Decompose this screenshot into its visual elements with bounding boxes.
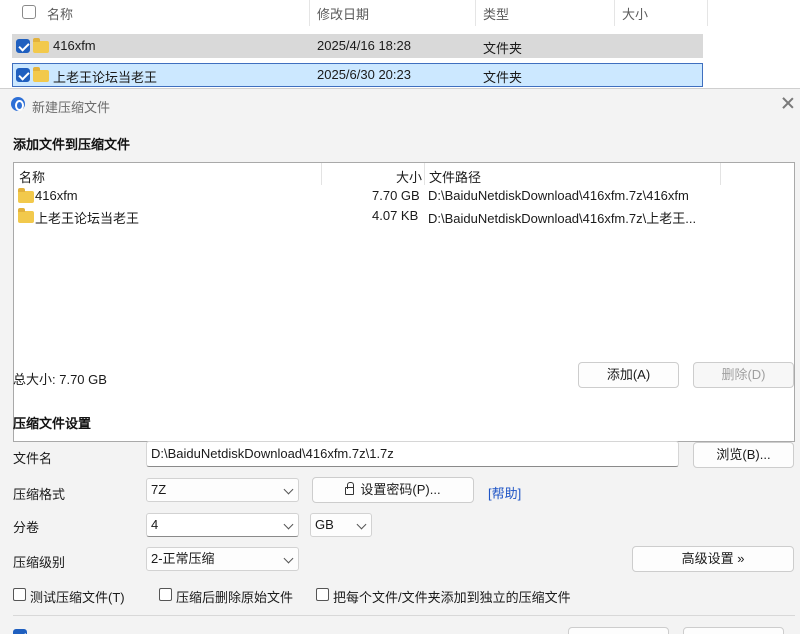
file-name: 416xfm [35, 188, 78, 203]
file-list[interactable]: 名称 大小 文件路径 416xfm 7.70 GB D:\BaiduNetdis… [13, 162, 795, 442]
row-type: 文件夹 [483, 70, 523, 85]
row-name: 416xfm [53, 38, 96, 53]
chevron-down-icon [283, 553, 294, 564]
column-separator [707, 0, 708, 26]
app-icon [11, 97, 25, 111]
folder-icon [18, 208, 34, 223]
select-all-checkbox[interactable] [22, 5, 36, 19]
row-checkbox[interactable] [16, 39, 30, 53]
file-list-header: 名称 大小 文件路径 [14, 163, 794, 185]
file-explorer: 名称 修改日期 类型 大小 416xfm 2025/4/16 18:28 文件夹… [0, 0, 800, 100]
dialog-titlebar[interactable]: 新建压缩文件 [0, 89, 800, 119]
set-password-label: 设置密码(P)... [360, 482, 441, 497]
compression-level-select[interactable]: 2-正常压缩 [146, 547, 299, 571]
header-name[interactable]: 名称 [19, 167, 45, 186]
separate-archives-label: 把每个文件/文件夹添加到独立的压缩文件 [333, 590, 571, 605]
split-unit-select[interactable]: GB [310, 513, 372, 537]
row-modified: 2025/4/16 18:28 [317, 38, 411, 53]
lock-icon [345, 482, 355, 495]
split-label: 分卷 [13, 520, 40, 535]
delete-after-label: 压缩后删除原始文件 [176, 590, 294, 605]
close-icon[interactable] [781, 96, 795, 110]
archive-settings-title: 压缩文件设置 [13, 416, 92, 431]
help-link[interactable]: [帮助] [488, 483, 521, 502]
folder-icon [33, 38, 49, 53]
filename-label: 文件名 [13, 451, 53, 466]
column-modified[interactable]: 修改日期 [317, 4, 369, 23]
column-separator [321, 163, 322, 185]
folder-icon [33, 67, 49, 82]
row-name: 上老王论坛当老王 [53, 70, 158, 85]
add-button[interactable]: 添加(A) [578, 362, 679, 388]
footer-button-1[interactable] [568, 627, 669, 634]
advanced-settings-button[interactable]: 高级设置 » [632, 546, 794, 572]
total-size: 总大小: 7.70 GB [13, 372, 107, 387]
split-value: 4 [151, 517, 159, 532]
explorer-header: 名称 修改日期 类型 大小 [0, 0, 710, 26]
level-label: 压缩级别 [13, 555, 66, 570]
file-name: 上老王论坛当老王 [35, 211, 140, 226]
file-path: D:\BaiduNetdiskDownload\416xfm.7z\上老王... [428, 211, 697, 226]
column-name[interactable]: 名称 [47, 4, 73, 23]
bottom-checkbox[interactable] [13, 629, 27, 634]
test-archive-checkbox[interactable] [13, 588, 26, 601]
format-value: 7Z [151, 482, 167, 497]
split-unit-value: GB [315, 517, 334, 532]
file-size: 4.07 KB [372, 208, 419, 223]
file-list-row[interactable]: 416xfm 7.70 GB D:\BaiduNetdiskDownload\4… [14, 185, 794, 205]
chevron-down-icon [283, 519, 294, 530]
column-separator [475, 0, 476, 26]
footer-button-2[interactable] [683, 627, 784, 634]
column-type[interactable]: 类型 [483, 4, 509, 23]
column-separator [720, 163, 721, 185]
test-archive-label: 测试压缩文件(T) [30, 590, 125, 605]
split-volume-select[interactable]: 4 [146, 513, 299, 537]
set-password-button[interactable]: 设置密码(P)... [312, 477, 474, 503]
level-value: 2-正常压缩 [151, 551, 215, 566]
column-separator [614, 0, 615, 26]
header-path[interactable]: 文件路径 [429, 167, 481, 186]
delete-after-checkbox[interactable] [159, 588, 172, 601]
column-separator [309, 0, 310, 26]
dialog-title: 新建压缩文件 [32, 100, 111, 115]
file-size: 7.70 GB [372, 188, 420, 203]
chevron-down-icon [283, 484, 294, 495]
explorer-row[interactable]: 上老王论坛当老王 2025/6/30 20:23 文件夹 [12, 63, 703, 87]
delete-button[interactable]: 删除(D) [693, 362, 794, 388]
explorer-row[interactable]: 416xfm 2025/4/16 18:28 文件夹 [12, 34, 703, 58]
chevron-down-icon [356, 519, 367, 530]
divider [13, 615, 795, 616]
column-size[interactable]: 大小 [622, 4, 648, 23]
row-modified: 2025/6/30 20:23 [317, 67, 411, 82]
new-archive-dialog: 新建压缩文件 添加文件到压缩文件 名称 大小 文件路径 416xfm 7.70 … [0, 88, 800, 634]
header-size[interactable]: 大小 [396, 167, 422, 186]
folder-icon [18, 188, 34, 203]
row-checkbox[interactable] [16, 68, 30, 82]
format-label: 压缩格式 [13, 487, 66, 502]
add-files-section-title: 添加文件到压缩文件 [13, 137, 131, 152]
file-path: D:\BaiduNetdiskDownload\416xfm.7z\416xfm [428, 188, 689, 203]
file-list-row[interactable]: 上老王论坛当老王 4.07 KB D:\BaiduNetdiskDownload… [14, 205, 794, 226]
column-separator [424, 163, 425, 185]
browse-button[interactable]: 浏览(B)... [693, 442, 794, 468]
format-select[interactable]: 7Z [146, 478, 299, 502]
separate-archives-checkbox[interactable] [316, 588, 329, 601]
filename-input[interactable]: D:\BaiduNetdiskDownload\416xfm.7z\1.7z [146, 441, 679, 467]
row-type: 文件夹 [483, 41, 523, 56]
